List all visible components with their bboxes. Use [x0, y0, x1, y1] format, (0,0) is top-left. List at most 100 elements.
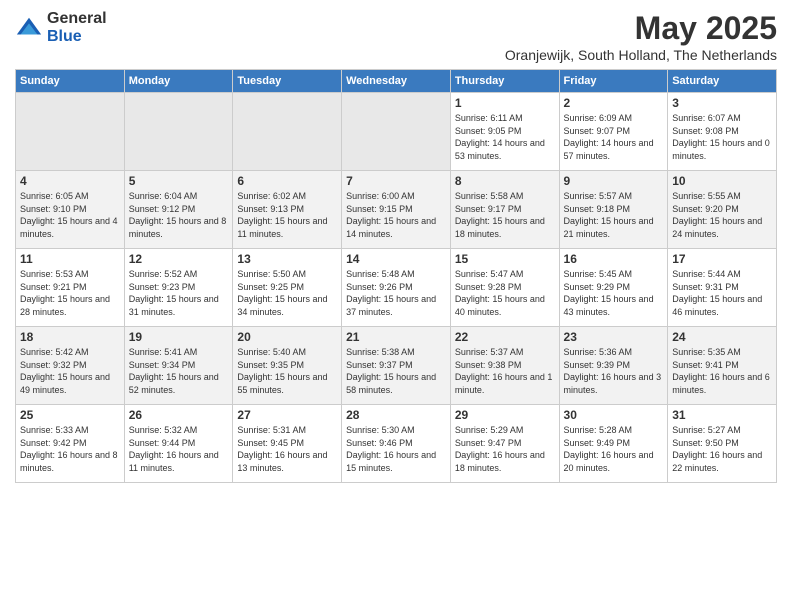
- logo-blue-text: Blue: [47, 28, 107, 46]
- sun-info: Sunrise: 5:33 AMSunset: 9:42 PMDaylight:…: [20, 424, 120, 474]
- table-row: 17Sunrise: 5:44 AMSunset: 9:31 PMDayligh…: [668, 249, 777, 327]
- day-number: 2: [564, 96, 664, 110]
- header-wednesday: Wednesday: [342, 70, 451, 93]
- header-thursday: Thursday: [450, 70, 559, 93]
- sun-info: Sunrise: 6:00 AMSunset: 9:15 PMDaylight:…: [346, 190, 446, 240]
- sun-info: Sunrise: 5:55 AMSunset: 9:20 PMDaylight:…: [672, 190, 772, 240]
- table-row: 9 Sunrise: 5:57 AMSunset: 9:18 PMDaylight…: [559, 171, 668, 249]
- title-block: May 2025 Oranjewijk, South Holland, The …: [505, 10, 777, 63]
- table-row: 3 Sunrise: 6:07 AMSunset: 9:08 PMDaylight…: [668, 93, 777, 171]
- table-row: [233, 93, 342, 171]
- sun-info: Sunrise: 5:32 AMSunset: 9:44 PMDaylight:…: [129, 424, 229, 474]
- sun-info: Sunrise: 5:36 AMSunset: 9:39 PMDaylight:…: [564, 346, 664, 396]
- table-row: [16, 93, 125, 171]
- table-row: 24 Sunrise: 5:35 AMSunset: 9:41 PMDayligh…: [668, 327, 777, 405]
- day-number: 25: [20, 408, 120, 422]
- day-number: 12: [129, 252, 229, 266]
- table-row: [342, 93, 451, 171]
- calendar-table: Sunday Monday Tuesday Wednesday Thursday…: [15, 69, 777, 483]
- header-saturday: Saturday: [668, 70, 777, 93]
- day-number: 31: [672, 408, 772, 422]
- day-number: 3: [672, 96, 772, 110]
- sun-info: Sunrise: 5:28 AMSunset: 9:49 PMDaylight:…: [564, 424, 664, 474]
- table-row: 28 Sunrise: 5:30 AMSunset: 9:46 PMDayligh…: [342, 405, 451, 483]
- table-row: 21 Sunrise: 5:38 AMSunset: 9:37 PMDayligh…: [342, 327, 451, 405]
- day-number: 30: [564, 408, 664, 422]
- sun-info: Sunrise: 6:05 AMSunset: 9:10 PMDaylight:…: [20, 190, 120, 240]
- day-number: 7: [346, 174, 446, 188]
- day-number: 14: [346, 252, 446, 266]
- table-row: [124, 93, 233, 171]
- sun-info: Sunrise: 5:31 AMSunset: 9:45 PMDaylight:…: [237, 424, 337, 474]
- header-friday: Friday: [559, 70, 668, 93]
- sun-info: Sunrise: 5:57 AMSunset: 9:18 PMDaylight:…: [564, 190, 664, 240]
- day-number: 13: [237, 252, 337, 266]
- calendar-header-row: Sunday Monday Tuesday Wednesday Thursday…: [16, 70, 777, 93]
- day-number: 24: [672, 330, 772, 344]
- calendar-page: General Blue May 2025 Oranjewijk, South …: [0, 0, 792, 612]
- day-number: 18: [20, 330, 120, 344]
- table-row: 20Sunrise: 5:40 AMSunset: 9:35 PMDayligh…: [233, 327, 342, 405]
- day-number: 27: [237, 408, 337, 422]
- table-row: 31 Sunrise: 5:27 AMSunset: 9:50 PMDayligh…: [668, 405, 777, 483]
- sun-info: Sunrise: 5:35 AMSunset: 9:41 PMDaylight:…: [672, 346, 772, 396]
- calendar-week-row: 1Sunrise: 6:11 AMSunset: 9:05 PMDaylight…: [16, 93, 777, 171]
- sun-info: Sunrise: 5:27 AMSunset: 9:50 PMDaylight:…: [672, 424, 772, 474]
- sun-info: Sunrise: 5:45 AMSunset: 9:29 PMDaylight:…: [564, 268, 664, 318]
- sun-info: Sunrise: 6:04 AMSunset: 9:12 PMDaylight:…: [129, 190, 229, 240]
- sun-info: Sunrise: 6:09 AMSunset: 9:07 PMDaylight:…: [564, 112, 664, 162]
- day-number: 17: [672, 252, 772, 266]
- sun-info: Sunrise: 6:02 AMSunset: 9:13 PMDaylight:…: [237, 190, 337, 240]
- day-number: 16: [564, 252, 664, 266]
- table-row: 12 Sunrise: 5:52 AMSunset: 9:23 PMDayligh…: [124, 249, 233, 327]
- table-row: 22Sunrise: 5:37 AMSunset: 9:38 PMDayligh…: [450, 327, 559, 405]
- sun-info: Sunrise: 6:07 AMSunset: 9:08 PMDaylight:…: [672, 112, 772, 162]
- sun-info: Sunrise: 5:50 AMSunset: 9:25 PMDaylight:…: [237, 268, 337, 318]
- sun-info: Sunrise: 5:52 AMSunset: 9:23 PMDaylight:…: [129, 268, 229, 318]
- day-number: 29: [455, 408, 555, 422]
- header-monday: Monday: [124, 70, 233, 93]
- day-number: 9: [564, 174, 664, 188]
- table-row: 13 Sunrise: 5:50 AMSunset: 9:25 PMDayligh…: [233, 249, 342, 327]
- table-row: 26Sunrise: 5:32 AMSunset: 9:44 PMDayligh…: [124, 405, 233, 483]
- table-row: 29Sunrise: 5:29 AMSunset: 9:47 PMDayligh…: [450, 405, 559, 483]
- table-row: 14Sunrise: 5:48 AMSunset: 9:26 PMDayligh…: [342, 249, 451, 327]
- day-number: 4: [20, 174, 120, 188]
- calendar-week-row: 25 Sunrise: 5:33 AMSunset: 9:42 PMDayligh…: [16, 405, 777, 483]
- day-number: 22: [455, 330, 555, 344]
- sun-info: Sunrise: 5:47 AMSunset: 9:28 PMDaylight:…: [455, 268, 555, 318]
- header: General Blue May 2025 Oranjewijk, South …: [15, 10, 777, 63]
- table-row: 23Sunrise: 5:36 AMSunset: 9:39 PMDayligh…: [559, 327, 668, 405]
- table-row: 30 Sunrise: 5:28 AMSunset: 9:49 PMDayligh…: [559, 405, 668, 483]
- day-number: 11: [20, 252, 120, 266]
- day-number: 10: [672, 174, 772, 188]
- table-row: 18 Sunrise: 5:42 AMSunset: 9:32 PMDayligh…: [16, 327, 125, 405]
- sun-info: Sunrise: 5:38 AMSunset: 9:37 PMDaylight:…: [346, 346, 446, 396]
- sun-info: Sunrise: 5:58 AMSunset: 9:17 PMDaylight:…: [455, 190, 555, 240]
- location-subtitle: Oranjewijk, South Holland, The Netherlan…: [505, 47, 777, 63]
- day-number: 15: [455, 252, 555, 266]
- table-row: 8Sunrise: 5:58 AMSunset: 9:17 PMDaylight…: [450, 171, 559, 249]
- day-number: 21: [346, 330, 446, 344]
- table-row: 16 Sunrise: 5:45 AMSunset: 9:29 PMDayligh…: [559, 249, 668, 327]
- table-row: 7 Sunrise: 6:00 AMSunset: 9:15 PMDaylight…: [342, 171, 451, 249]
- logo-text: General Blue: [47, 10, 107, 45]
- day-number: 28: [346, 408, 446, 422]
- table-row: 4 Sunrise: 6:05 AMSunset: 9:10 PMDaylight…: [16, 171, 125, 249]
- table-row: 25 Sunrise: 5:33 AMSunset: 9:42 PMDayligh…: [16, 405, 125, 483]
- sun-info: Sunrise: 5:40 AMSunset: 9:35 PMDaylight:…: [237, 346, 337, 396]
- table-row: 10 Sunrise: 5:55 AMSunset: 9:20 PMDayligh…: [668, 171, 777, 249]
- sun-info: Sunrise: 5:41 AMSunset: 9:34 PMDaylight:…: [129, 346, 229, 396]
- table-row: 6 Sunrise: 6:02 AMSunset: 9:13 PMDaylight…: [233, 171, 342, 249]
- sun-info: Sunrise: 5:42 AMSunset: 9:32 PMDaylight:…: [20, 346, 120, 396]
- day-number: 1: [455, 96, 555, 110]
- sun-info: Sunrise: 5:30 AMSunset: 9:46 PMDaylight:…: [346, 424, 446, 474]
- table-row: 5Sunrise: 6:04 AMSunset: 9:12 PMDaylight…: [124, 171, 233, 249]
- header-sunday: Sunday: [16, 70, 125, 93]
- table-row: 1Sunrise: 6:11 AMSunset: 9:05 PMDaylight…: [450, 93, 559, 171]
- sun-info: Sunrise: 5:53 AMSunset: 9:21 PMDaylight:…: [20, 268, 120, 318]
- calendar-week-row: 11 Sunrise: 5:53 AMSunset: 9:21 PMDayligh…: [16, 249, 777, 327]
- day-number: 6: [237, 174, 337, 188]
- table-row: 27 Sunrise: 5:31 AMSunset: 9:45 PMDayligh…: [233, 405, 342, 483]
- logo: General Blue: [15, 10, 107, 45]
